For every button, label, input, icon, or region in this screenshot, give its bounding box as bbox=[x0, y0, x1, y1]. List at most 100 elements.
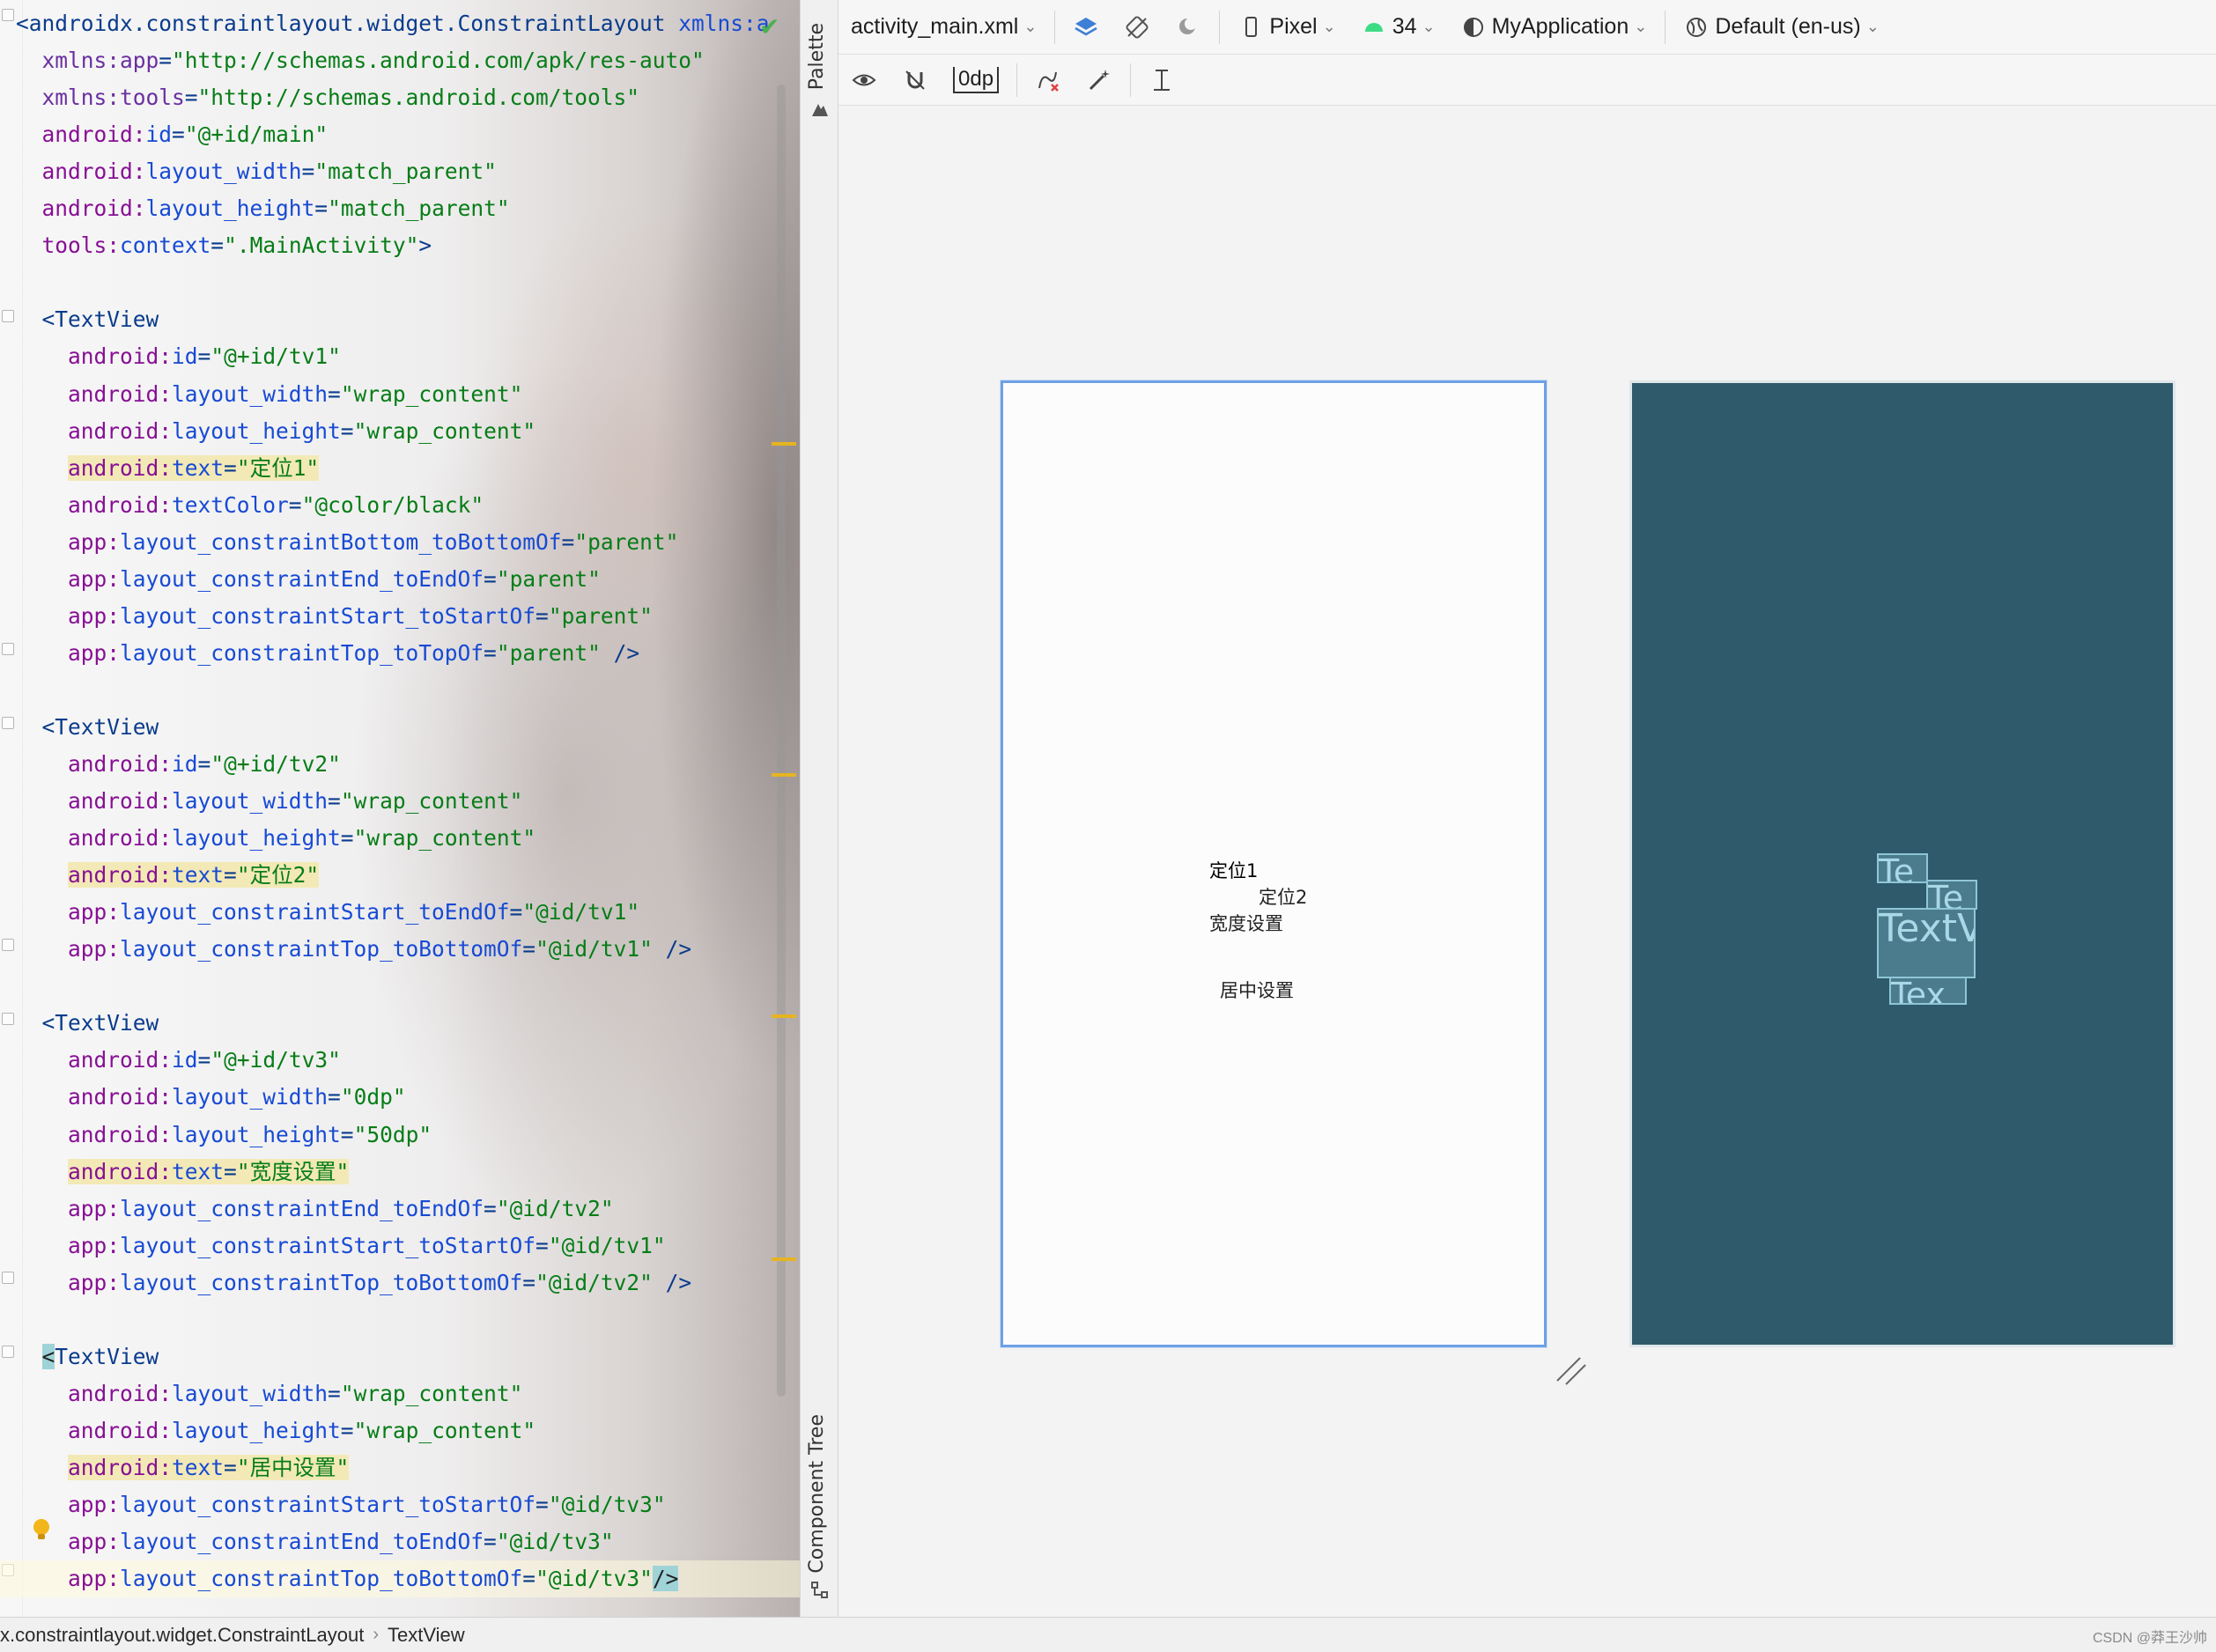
code-line[interactable]: android:id="@+id/main" bbox=[16, 116, 329, 153]
warning-marker[interactable] bbox=[772, 1014, 796, 1018]
fold-icon[interactable] bbox=[2, 643, 14, 655]
code-line[interactable]: android:layout_height="wrap_content" bbox=[16, 820, 536, 857]
code-editor[interactable]: <androidx.constraintlayout.widget.Constr… bbox=[0, 0, 800, 1617]
code-line[interactable]: <androidx.constraintlayout.widget.Constr… bbox=[16, 5, 770, 42]
component-tree-tab[interactable]: Component Tree bbox=[806, 1414, 828, 1574]
warning-marker[interactable] bbox=[772, 442, 796, 446]
blueprint-tv3[interactable]: TextV bbox=[1877, 908, 1976, 978]
theme-name: MyApplication bbox=[1491, 14, 1629, 39]
code-line[interactable]: <TextView bbox=[16, 1339, 159, 1375]
magnet-off-icon bbox=[905, 70, 925, 90]
code-line[interactable]: app:layout_constraintStart_toEndOf="@id/… bbox=[16, 894, 639, 931]
code-line[interactable]: app:layout_constraintStart_toStartOf="@i… bbox=[16, 1486, 666, 1523]
night-mode-button[interactable] bbox=[1163, 0, 1214, 54]
code-content: android:layout_width="0dp" bbox=[68, 1084, 406, 1110]
autoconnect-toggle[interactable] bbox=[890, 55, 941, 105]
breadcrumb-constraintlayout[interactable]: x.constraintlayout.widget.ConstraintLayo… bbox=[0, 1624, 373, 1647]
code-line[interactable]: xmlns:tools="http://schemas.android.com/… bbox=[16, 79, 640, 116]
fold-icon[interactable] bbox=[2, 310, 14, 322]
code-line[interactable]: app:layout_constraintStart_toStartOf="pa… bbox=[16, 598, 653, 635]
code-line[interactable]: <TextView bbox=[16, 1005, 159, 1042]
code-line[interactable]: app:layout_constraintTop_toBottomOf="@id… bbox=[16, 931, 691, 968]
code-line[interactable]: app:layout_constraintTop_toBottomOf="@id… bbox=[16, 1265, 691, 1302]
code-token: = bbox=[484, 1529, 497, 1555]
code-line[interactable]: <TextView bbox=[16, 709, 159, 746]
code-line[interactable]: android:layout_height="wrap_content" bbox=[16, 413, 536, 450]
code-line[interactable]: android:text="居中设置" bbox=[16, 1449, 350, 1486]
default-margin-button[interactable]: 0dp bbox=[941, 55, 1011, 105]
code-token: /> bbox=[652, 1269, 692, 1295]
code-line[interactable]: android:layout_width="match_parent" bbox=[16, 153, 497, 190]
code-line[interactable]: android:text="定位2" bbox=[16, 857, 320, 894]
editor-scrollbar[interactable] bbox=[777, 85, 786, 1397]
fold-icon[interactable] bbox=[2, 9, 14, 21]
code-line[interactable]: android:textColor="@color/black" bbox=[16, 487, 484, 524]
infer-constraints-button[interactable] bbox=[1074, 55, 1125, 105]
code-line[interactable]: android:layout_height="match_parent" bbox=[16, 190, 510, 227]
fold-icon[interactable] bbox=[2, 1346, 14, 1358]
blueprint-tv2[interactable]: Te bbox=[1926, 880, 1977, 910]
code-line[interactable]: android:id="@+id/tv2" bbox=[16, 746, 341, 783]
fold-icon[interactable] bbox=[2, 717, 14, 729]
code-token: = bbox=[340, 417, 354, 444]
code-line[interactable]: android:text="定位1" bbox=[16, 450, 320, 487]
code-line[interactable]: android:id="@+id/tv1" bbox=[16, 338, 341, 375]
watermark: CSDN @莽王沙帅 bbox=[2092, 1631, 2207, 1646]
code-line[interactable]: tools:context=".MainActivity"> bbox=[16, 227, 432, 264]
code-line[interactable]: android:layout_width="wrap_content" bbox=[16, 783, 522, 820]
warning-marker[interactable] bbox=[772, 773, 796, 777]
palette-tab[interactable]: Palette bbox=[806, 23, 828, 90]
code-token: android: bbox=[68, 1047, 173, 1073]
code-line[interactable]: app:layout_constraintEnd_toEndOf="parent… bbox=[16, 561, 601, 598]
code-line[interactable]: app:layout_constraintEnd_toEndOf="@id/tv… bbox=[16, 1191, 614, 1228]
preview-tv2[interactable]: 定位2 bbox=[1259, 883, 1307, 910]
code-line[interactable]: app:layout_constraintBottom_toBottomOf="… bbox=[16, 524, 678, 561]
code-token: TextView bbox=[55, 306, 159, 333]
code-line[interactable]: android:id="@+id/tv3" bbox=[16, 1042, 341, 1079]
code-line[interactable]: app:layout_constraintEnd_toEndOf="@id/tv… bbox=[16, 1523, 614, 1560]
locale-selector[interactable]: Default (en-us) ⌄ bbox=[1671, 0, 1891, 54]
design-preview-screen[interactable]: 定位1 定位2 宽度设置 居中设置 bbox=[1001, 380, 1547, 1347]
api-level-selector[interactable]: 34 ⌄ bbox=[1348, 0, 1448, 54]
fold-icon[interactable] bbox=[2, 1013, 14, 1025]
inspection-ok-icon[interactable]: ✔ bbox=[759, 12, 779, 41]
palette-icon[interactable] bbox=[809, 99, 831, 120]
code-token: android: bbox=[68, 1084, 173, 1110]
code-line[interactable]: android:text="宽度设置" bbox=[16, 1154, 350, 1191]
code-line[interactable]: app:layout_constraintTop_toBottomOf="@id… bbox=[0, 1560, 800, 1598]
code-line[interactable]: android:layout_width="wrap_content" bbox=[16, 376, 522, 413]
blueprint-tv1[interactable]: Te bbox=[1877, 853, 1928, 883]
orientation-button[interactable] bbox=[1112, 0, 1163, 54]
fold-icon[interactable] bbox=[2, 1272, 14, 1284]
device-selector[interactable]: Pixel ⌄ bbox=[1225, 0, 1348, 54]
preview-tv4[interactable]: 居中设置 bbox=[1220, 977, 1294, 1003]
clear-constraints-button[interactable] bbox=[1023, 55, 1074, 105]
code-line[interactable]: <TextView bbox=[16, 301, 159, 338]
file-selector[interactable]: activity_main.xml ⌄ bbox=[838, 0, 1049, 54]
code-token: = bbox=[224, 1158, 237, 1184]
code-line[interactable]: app:layout_constraintStart_toStartOf="@i… bbox=[16, 1228, 666, 1265]
code-token: id bbox=[172, 751, 198, 777]
fold-icon[interactable] bbox=[2, 939, 14, 951]
code-line[interactable]: android:layout_width="wrap_content" bbox=[16, 1375, 522, 1412]
component-tree-icon[interactable] bbox=[809, 1580, 831, 1601]
theme-selector[interactable]: MyApplication ⌄ bbox=[1448, 0, 1660, 54]
code-line[interactable]: android:layout_height="50dp" bbox=[16, 1117, 432, 1154]
layout-design-surface[interactable]: activity_main.xml ⌄ Pixel ⌄ 34 ⌄ MyAppli… bbox=[838, 0, 2216, 1617]
code-line[interactable]: android:layout_width="0dp" bbox=[16, 1079, 406, 1116]
preview-tv1[interactable]: 定位1 bbox=[1209, 857, 1258, 883]
blueprint-tv4[interactable]: Tex bbox=[1889, 977, 1967, 1005]
design-mode-button[interactable] bbox=[1060, 0, 1112, 54]
blueprint-preview-screen[interactable]: Te Te TextV Tex bbox=[1629, 380, 2175, 1347]
resize-handle-icon[interactable] bbox=[1554, 1353, 1589, 1388]
warning-marker[interactable] bbox=[772, 1257, 796, 1261]
preview-tv3[interactable]: 宽度设置 bbox=[1209, 910, 1283, 936]
code-line[interactable]: android:layout_height="wrap_content" bbox=[16, 1412, 536, 1449]
code-line[interactable]: xmlns:app="http://schemas.android.com/ap… bbox=[16, 42, 705, 79]
breadcrumb-textview[interactable]: TextView bbox=[379, 1624, 474, 1647]
view-options-button[interactable] bbox=[838, 55, 890, 105]
guidelines-button[interactable] bbox=[1136, 55, 1187, 105]
code-line[interactable]: app:layout_constraintTop_toTopOf="parent… bbox=[16, 635, 639, 672]
